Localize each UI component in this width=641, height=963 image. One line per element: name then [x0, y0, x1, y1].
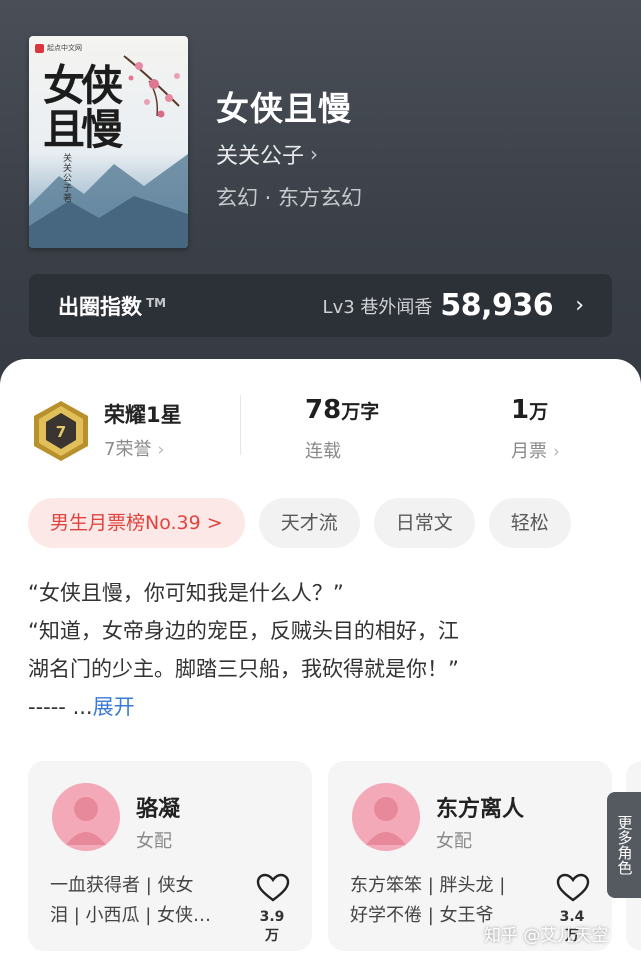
monthly-votes-unit: 万 [529, 401, 549, 423]
chevron-right-icon: › [157, 440, 165, 460]
honor-sub-text: 7荣誉 [104, 439, 152, 460]
like-count: 3.9万 [259, 909, 285, 944]
more-characters-button[interactable]: 更多角色 [607, 792, 641, 898]
index-value-group: Lv3 巷外闻香 58,936 › [323, 288, 584, 323]
character-avatar [352, 783, 420, 855]
honor-title: 荣耀1星 [104, 403, 182, 427]
character-name: 东方离人 [436, 797, 525, 822]
index-label-text: 出圈指数 [58, 294, 142, 319]
monthly-votes-value: 1 [511, 395, 530, 425]
popularity-index-bar[interactable]: 出圈指数 TM Lv3 巷外闻香 58,936 › [29, 274, 612, 337]
character-avatar [52, 783, 120, 855]
author-name: 关关公子 [216, 144, 305, 169]
synopsis-last-line: ----- ...展开 [28, 688, 613, 726]
character-tags: 一血获得者 | 侠女 泪 | 小西瓜 | 女侠… [50, 871, 240, 931]
synopsis-line: ----- ... [28, 695, 93, 719]
cover-brand: 起点中文网 [35, 43, 82, 53]
chevron-right-icon: › [553, 442, 560, 462]
monthly-votes-label: 月票 [511, 441, 547, 462]
chevron-right-icon: › [575, 293, 584, 318]
honor-badge-icon[interactable]: 7 [31, 399, 91, 467]
book-cover[interactable]: 起点中文网 女侠且慢 关关公子著 [29, 36, 188, 248]
cover-title: 女侠且慢 [43, 61, 123, 154]
word-count: 78万字 [305, 395, 379, 425]
book-title: 女侠且慢 [216, 89, 352, 128]
cover-author: 关关公子著 [63, 154, 73, 204]
stats-divider [240, 395, 241, 455]
synopsis-line: “知道，女帝身边的宠臣，反贼头目的相好，江 [28, 619, 459, 643]
tag-item[interactable]: 日常文 [373, 498, 475, 548]
chevron-right-icon: › [310, 142, 319, 166]
index-level: Lv3 巷外闻香 [322, 296, 433, 318]
trademark-mark: TM [146, 295, 167, 310]
character-tag-line: 泪 | 小西瓜 | 女侠… [50, 905, 212, 926]
tag-rank[interactable]: 男生月票榜No.39 > [28, 498, 245, 548]
character-tag-line: 一血获得者 | 侠女 [50, 875, 194, 896]
index-label: 出圈指数 TM [58, 291, 166, 321]
tag-item[interactable]: 轻松 [488, 498, 571, 548]
synopsis-line: 湖名门的少主。脚踏三只船，我砍得就是你！” [28, 657, 459, 681]
index-score: 58,936 [440, 288, 554, 323]
author-link[interactable]: 关关公子 › [216, 138, 318, 170]
book-detail-card: 7 荣耀1星 7荣誉 › 78万字 连载 1万 月票 › 男生月票榜No.39 > … [0, 359, 641, 963]
tag-item[interactable]: 天才流 [258, 498, 360, 548]
serial-status: 连载 [305, 441, 341, 462]
synopsis-line: “女侠且慢，你可知我是什么人？” [28, 581, 344, 605]
honor-sub-link[interactable]: 7荣誉 › [104, 435, 164, 461]
monthly-votes: 1万 [511, 395, 548, 425]
stats-row: 7 荣耀1星 7荣誉 › 78万字 连载 1万 月票 › [0, 359, 641, 469]
book-genre: 玄幻 · 东方玄幻 [216, 186, 363, 210]
cover-brand-text: 起点中文网 [47, 44, 82, 52]
heart-icon[interactable] [256, 873, 290, 907]
character-card[interactable]: 骆凝 女配 一血获得者 | 侠女 泪 | 小西瓜 | 女侠… 3.9万 [28, 761, 312, 951]
monthly-votes-link[interactable]: 月票 › [511, 437, 560, 463]
word-count-value: 78 [305, 395, 342, 425]
word-count-unit: 万字 [341, 401, 380, 423]
character-name: 骆凝 [136, 797, 181, 822]
character-type: 女配 [136, 831, 172, 852]
expand-link[interactable]: 展开 [93, 695, 135, 719]
watermark: 知乎 @艾儿天空 [484, 926, 609, 946]
badge-number: 7 [56, 423, 66, 441]
heart-icon[interactable] [556, 873, 590, 907]
character-type: 女配 [436, 831, 472, 852]
tag-list: 男生月票榜No.39 > 天才流 日常文 轻松 [28, 498, 571, 548]
brand-logo-icon [35, 43, 44, 53]
synopsis: “女侠且慢，你可知我是什么人？” “知道，女帝身边的宠臣，反贼头目的相好，江 湖… [28, 574, 613, 726]
character-tag-line: 东方笨笨 | 胖头龙 | [350, 875, 506, 896]
